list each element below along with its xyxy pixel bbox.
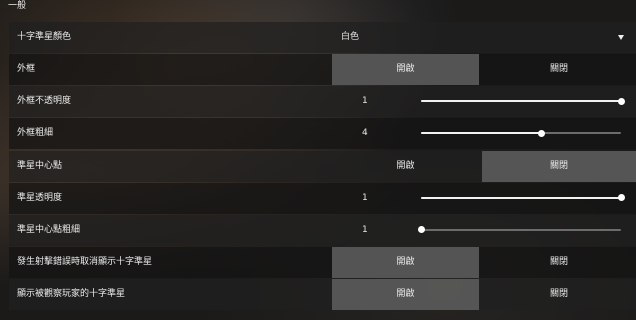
crosshair-opacity-slider: 1	[332, 183, 636, 214]
setting-label: 外框	[17, 64, 36, 75]
setting-row-hide-on-error: 發生射擊錯誤時取消顯示十字準星 開啟 關閉	[9, 246, 636, 278]
outline-thickness-slider: 4	[332, 118, 636, 149]
slider-thumb[interactable]	[617, 97, 625, 105]
slider-value: 4	[362, 128, 368, 139]
setting-row-crosshair-opacity: 準星透明度 1	[9, 182, 636, 214]
on-button[interactable]: 開啟	[332, 246, 479, 278]
slider-track[interactable]	[421, 129, 621, 137]
off-button[interactable]: 關閉	[482, 150, 636, 182]
setting-row-spectated-crosshair: 顯示被觀察玩家的十字準星 開啟 關閉	[9, 279, 636, 311]
outline-toggle: 開啟 關閉	[332, 54, 636, 86]
center-dot-toggle: 開啟 關閉	[332, 150, 636, 182]
setting-row-outline-thickness: 外框粗細 4	[9, 118, 636, 150]
setting-label: 顯示被觀察玩家的十字準星	[17, 289, 126, 300]
on-button[interactable]: 開啟	[332, 151, 479, 182]
slider-value: 1	[362, 96, 368, 107]
slider-fill	[421, 100, 621, 103]
setting-row-outline-opacity: 外框不透明度 1	[9, 86, 636, 118]
slider-thumb[interactable]	[537, 129, 545, 137]
setting-label: 準星中心點粗細	[17, 224, 81, 235]
center-dot-thickness-slider: 1	[332, 215, 636, 246]
chevron-down-icon	[618, 35, 624, 40]
setting-label: 準星透明度	[17, 192, 63, 203]
setting-label: 外框不透明度	[17, 96, 72, 107]
setting-row-center-dot: 準星中心點 開啟 關閉	[9, 150, 636, 182]
setting-row-outline: 外框 開啟 關閉	[9, 54, 636, 86]
slider-track[interactable]	[417, 226, 621, 234]
off-button[interactable]: 關閉	[482, 279, 636, 310]
slider-thumb[interactable]	[617, 194, 625, 202]
on-button[interactable]: 開啟	[332, 54, 479, 86]
setting-label: 十字準星顏色	[17, 32, 72, 42]
setting-label: 外框粗細	[17, 128, 54, 139]
setting-row-crosshair-color: 十字準星顏色 白色	[9, 22, 636, 53]
slider-value: 1	[362, 224, 368, 235]
spectated-crosshair-toggle: 開啟 關閉	[332, 279, 636, 311]
off-button[interactable]: 關閉	[482, 247, 636, 278]
outline-opacity-slider: 1	[332, 86, 636, 117]
section-title: 一般	[8, 1, 27, 11]
crosshair-color-dropdown[interactable]: 白色	[332, 22, 636, 53]
on-button[interactable]: 開啟	[332, 279, 479, 311]
slider-track[interactable]	[421, 194, 625, 202]
hide-on-error-toggle: 開啟 關閉	[332, 246, 636, 278]
setting-label: 發生射擊錯誤時取消顯示十字準星	[17, 256, 153, 267]
settings-list: 十字準星顏色 白色 外框 開啟 關閉 外框不透明度 1 外框粗細 4 準星中心點…	[9, 22, 636, 311]
dropdown-selected-value: 白色	[341, 32, 360, 42]
slider-thumb[interactable]	[417, 226, 425, 234]
slider-track[interactable]	[421, 97, 625, 105]
slider-fill	[421, 132, 541, 135]
off-button[interactable]: 關閉	[482, 54, 636, 85]
setting-row-center-dot-thickness: 準星中心點粗細 1	[9, 214, 636, 246]
setting-label: 準星中心點	[17, 160, 63, 171]
slider-fill	[421, 196, 621, 199]
slider-value: 1	[362, 192, 368, 203]
